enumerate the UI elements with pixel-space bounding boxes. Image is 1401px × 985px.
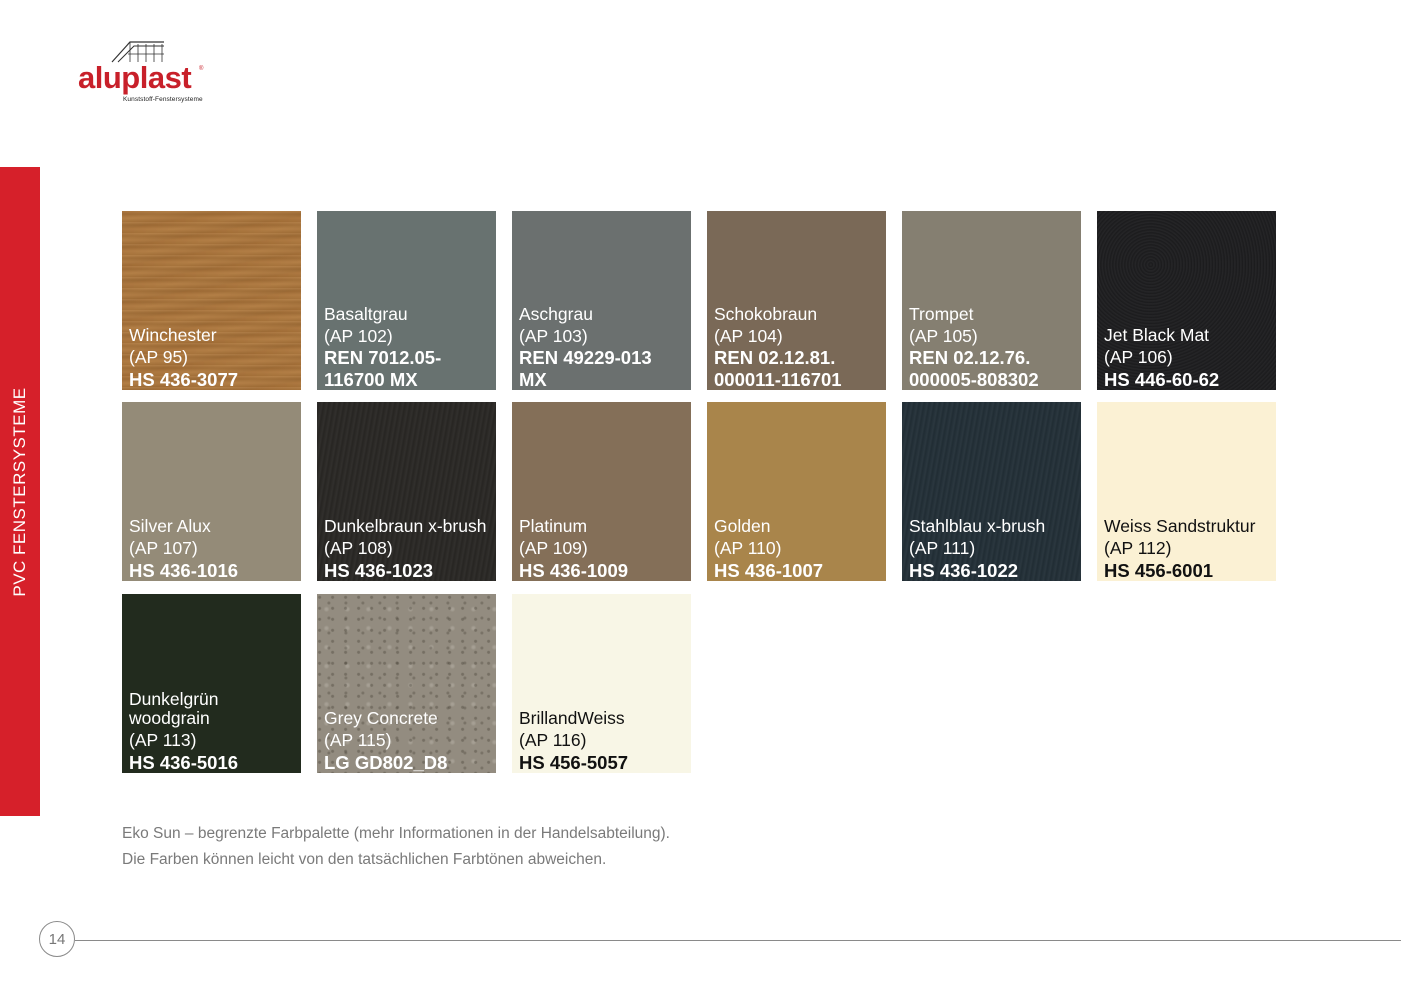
swatch-label: Silver Alux (AP 107) HS 436-1016 <box>129 517 297 581</box>
footer-divider <box>75 940 1401 941</box>
color-swatch: BrillandWeiss (AP 116) HS 456-5057 <box>512 594 691 773</box>
swatch-color-name: Stahlblau x-brush <box>909 516 1046 536</box>
swatch-foil-code: HS 456-6001 <box>1104 559 1214 581</box>
swatch-label: Dunkelbraun x-brush (AP 108) HS 436-1023 <box>324 517 492 581</box>
registered-mark: ® <box>199 66 204 72</box>
color-swatch: Aschgrau (AP 103) REN 49229-013 MX <box>512 211 691 390</box>
brand-tagline: Kunststoff-Fenstersysteme <box>123 96 203 103</box>
swatch-color-name: Golden <box>714 516 771 536</box>
swatch-label: Grey Concrete (AP 115) LG GD802_D8 <box>324 709 492 773</box>
color-swatch: Weiss Sandstruktur (AP 112) HS 456-6001 <box>1097 402 1276 581</box>
swatch-ap-code: (AP 107) <box>129 538 198 558</box>
swatch-color-name: Silver Alux <box>129 516 211 536</box>
swatch-foil-code: HS 456-5057 <box>519 751 629 773</box>
swatch-foil-code: REN 02.12.81. 000011-116701 <box>714 347 842 390</box>
swatch-ap-code: (AP 105) <box>909 325 978 346</box>
swatch-foil-code: HS 436-1016 <box>129 559 239 581</box>
swatch-color-name: Basaltgrau <box>324 303 408 324</box>
swatch-label: BrillandWeiss (AP 116) HS 456-5057 <box>519 709 687 773</box>
swatch-foil-code: HS 436-1022 <box>909 559 1019 581</box>
swatch-foil-code: LG GD802_D8 <box>324 751 448 773</box>
swatch-color-name: Jet Black Mat <box>1104 325 1210 345</box>
swatch-label: Jet Black Mat (AP 106) HS 446-60-62 <box>1104 326 1272 390</box>
color-swatch: Grey Concrete (AP 115) LG GD802_D8 <box>317 594 496 773</box>
swatch-color-name: Trompet <box>909 303 974 324</box>
swatch-foil-code: HS 436-1007 <box>714 559 824 581</box>
swatch-foil-code: REN 49229-013 MX <box>519 347 652 390</box>
swatch-foil-code: HS 436-3077 <box>129 368 239 390</box>
swatch-label: Winchester (AP 95) HS 436-3077 <box>129 326 297 390</box>
disclaimer-note: Eko Sun – begrenzte Farbpalette (mehr In… <box>122 821 670 873</box>
swatch-label: Golden (AP 110) HS 436-1007 <box>714 517 882 581</box>
swatch-ap-code: (AP 103) <box>519 325 588 346</box>
swatch-foil-code: HS 436-5016 <box>129 751 239 773</box>
color-swatch: Platinum (AP 109) HS 436-1009 <box>512 402 691 581</box>
color-swatch: Golden (AP 110) HS 436-1007 <box>707 402 886 581</box>
swatch-ap-code: (AP 115) <box>324 730 392 750</box>
swatch-label: Schokobraun (AP 104) REN 02.12.81. 000011-… <box>714 303 882 391</box>
swatch-color-name: Dunkelgrün woodgrain <box>129 689 219 728</box>
swatch-foil-code: HS 446-60-62 <box>1104 368 1220 390</box>
swatch-ap-code: (AP 112) <box>1104 538 1172 558</box>
color-swatch: Winchester (AP 95) HS 436-3077 <box>122 211 301 390</box>
color-swatch: Dunkelgrün woodgrain (AP 113) HS 436-5016 <box>122 594 301 773</box>
swatch-color-name: Aschgrau <box>519 303 593 324</box>
swatch-color-name: Platinum <box>519 516 588 536</box>
note-line-1: Eko Sun – begrenzte Farbpalette (mehr In… <box>122 825 670 842</box>
swatch-label: Trompet (AP 105) REN 02.12.76. 000005-8083… <box>909 303 1077 391</box>
swatch-ap-code: (AP 110) <box>714 538 782 558</box>
swatch-ap-code: (AP 108) <box>324 538 393 558</box>
swatch-ap-code: (AP 109) <box>519 538 588 558</box>
color-swatch: Dunkelbraun x-brush (AP 108) HS 436-1023 <box>317 402 496 581</box>
swatch-color-name: Schokobraun <box>714 303 818 324</box>
swatch-foil-code: HS 436-1023 <box>324 559 434 581</box>
page-number: 14 <box>39 921 75 957</box>
swatch-color-name: Winchester <box>129 325 217 345</box>
color-swatch: Silver Alux (AP 107) HS 436-1016 <box>122 402 301 581</box>
color-swatch: Stahlblau x-brush (AP 111) HS 436-1022 <box>902 402 1081 581</box>
swatch-foil-code: REN 7012.05- 116700 MX <box>324 347 442 390</box>
swatch-color-name: Grey Concrete <box>324 708 438 728</box>
color-swatch: Schokobraun (AP 104) REN 02.12.81. 000011-… <box>707 211 886 390</box>
swatch-ap-code: (AP 95) <box>129 347 189 367</box>
color-swatch: Trompet (AP 105) REN 02.12.76. 000005-8083… <box>902 211 1081 390</box>
swatch-label: Basaltgrau (AP 102) REN 7012.05- 116700 MX <box>324 303 492 391</box>
color-swatch: Jet Black Mat (AP 106) HS 446-60-62 <box>1097 211 1276 390</box>
swatch-foil-code: REN 02.12.76. 000005-808302 <box>909 347 1039 390</box>
swatch-ap-code: (AP 102) <box>324 325 393 346</box>
swatch-label: Weiss Sandstruktur (AP 112) HS 456-6001 <box>1104 517 1272 581</box>
brand-wordmark: aluplast <box>78 60 192 95</box>
swatch-color-name: Dunkelbraun x-brush <box>324 516 487 536</box>
swatch-ap-code: (AP 116) <box>519 730 587 750</box>
swatch-label: Aschgrau (AP 103) REN 49229-013 MX <box>519 303 687 391</box>
note-line-2: Die Farben können leicht von den tatsäch… <box>122 851 607 868</box>
swatch-ap-code: (AP 106) <box>1104 347 1173 367</box>
swatch-color-name: Weiss Sandstruktur <box>1104 516 1256 536</box>
swatch-label: Stahlblau x-brush (AP 111) HS 436-1022 <box>909 517 1077 581</box>
swatch-label: Platinum (AP 109) HS 436-1009 <box>519 517 687 581</box>
section-label: PVC FENSTERSYSTEME <box>10 387 29 597</box>
swatch-color-name: BrillandWeiss <box>519 708 625 728</box>
swatch-ap-code: (AP 104) <box>714 325 783 346</box>
swatch-ap-code: (AP 113) <box>129 730 197 750</box>
swatch-foil-code: HS 436-1009 <box>519 559 629 581</box>
swatch-ap-code: (AP 111) <box>909 538 976 558</box>
swatch-label: Dunkelgrün woodgrain (AP 113) HS 436-5016 <box>129 690 297 773</box>
brand-logo: aluplast ® Kunststoff-Fenstersysteme <box>78 36 208 108</box>
color-swatch: Basaltgrau (AP 102) REN 7012.05- 116700 MX <box>317 211 496 390</box>
